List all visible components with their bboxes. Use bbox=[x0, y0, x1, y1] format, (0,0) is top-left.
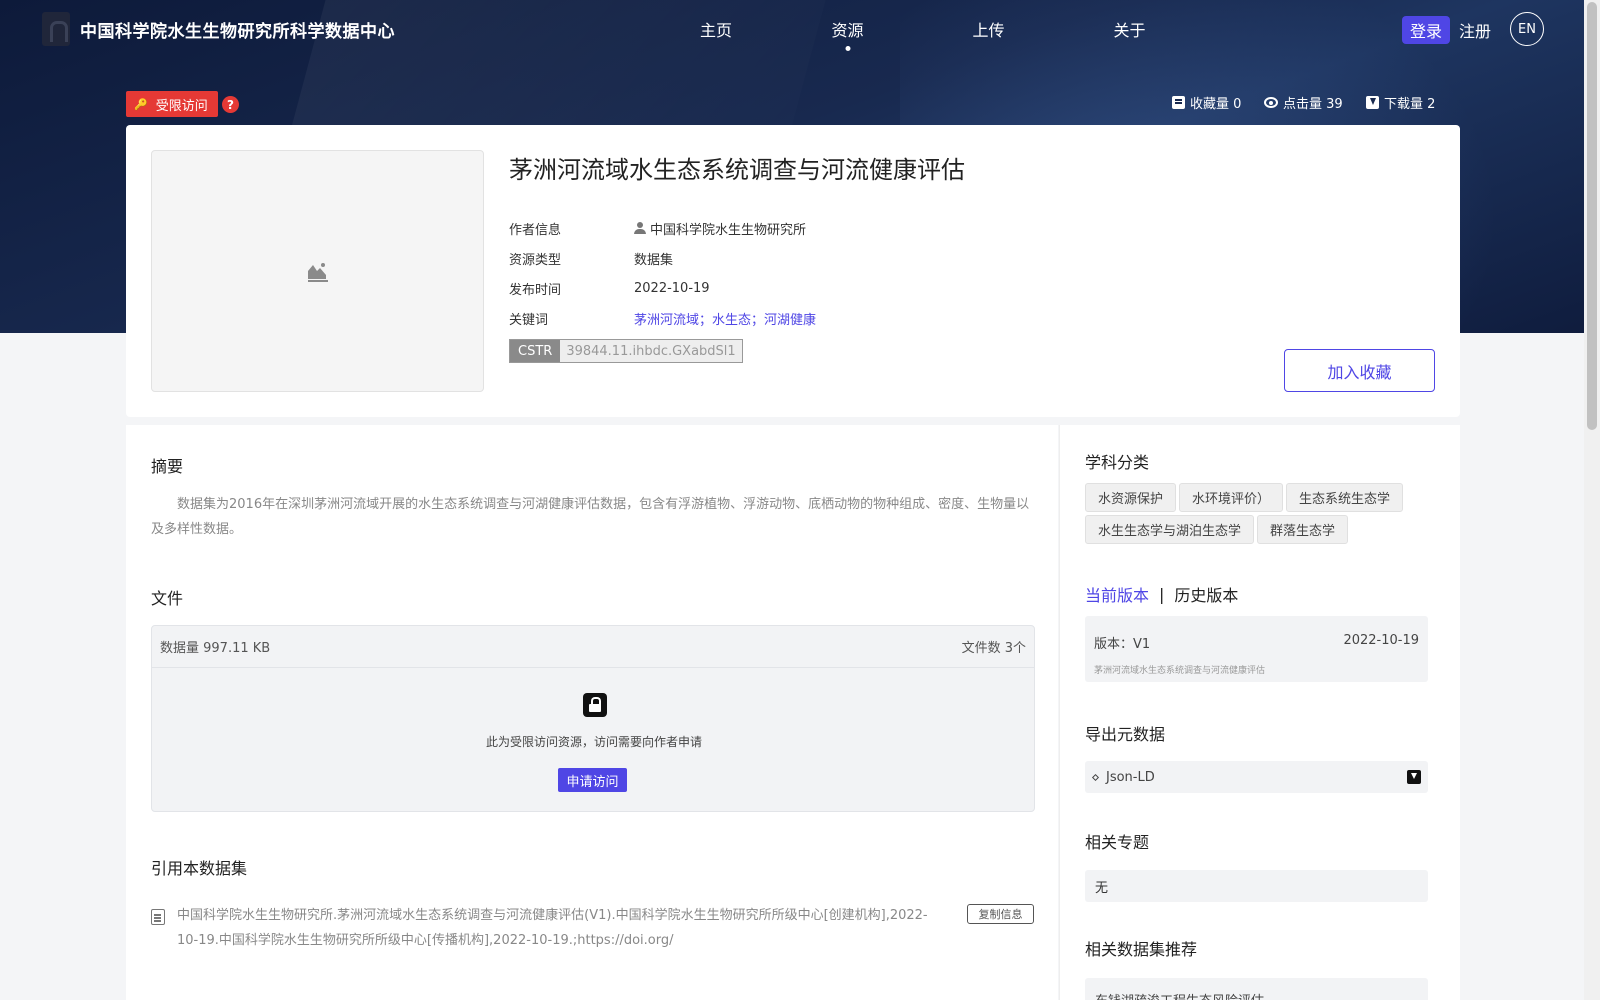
language-toggle-button[interactable]: EN bbox=[1510, 12, 1544, 46]
tab-history-version[interactable]: 历史版本 bbox=[1174, 582, 1238, 606]
author-name: 中国科学院水生生物研究所 bbox=[650, 222, 807, 238]
site-logo[interactable] bbox=[42, 12, 70, 46]
register-link[interactable]: 注册 bbox=[1459, 18, 1491, 42]
sidebar: 学科分类 水资源保护 水环境评价） 生态系统生态学 水生生态学与湖泊生态学 群落… bbox=[1059, 425, 1460, 1000]
image-placeholder-icon bbox=[307, 263, 328, 282]
meta-row-type: 资源类型 数据集 bbox=[509, 243, 816, 273]
citation-text: 中国科学院水生生物研究所.茅洲河流域水生态系统调查与河流健康评估(V1).中国科… bbox=[177, 908, 928, 948]
citation-title: 引用本数据集 bbox=[151, 859, 248, 878]
discipline-tags: 水资源保护 水环境评价） 生态系统生态学 水生生态学与湖泊生态学 群落生态学 bbox=[1085, 483, 1445, 547]
restricted-access-label: 受限访问 bbox=[155, 98, 208, 114]
discipline-tag[interactable]: 水环境评价） bbox=[1179, 483, 1284, 512]
topics-box: 无 bbox=[1085, 870, 1428, 902]
export-format: Json-LD bbox=[1106, 769, 1155, 785]
meta-row-author: 作者信息 中国科学院水生生物研究所 bbox=[509, 213, 816, 243]
files-count: 文件数 3个 bbox=[961, 641, 1026, 656]
recommend-title: 相关数据集推荐 bbox=[1085, 940, 1198, 959]
page-scrollbar[interactable] bbox=[1584, 0, 1600, 1000]
resource-title: 茅洲河流域水生态系统调查与河流健康评估 bbox=[509, 156, 965, 184]
bookmark-icon bbox=[1172, 96, 1185, 109]
download-icon[interactable] bbox=[1407, 770, 1421, 784]
key-icon: 🔑 bbox=[134, 97, 148, 111]
tab-current-version[interactable]: 当前版本 bbox=[1085, 582, 1149, 606]
type-value: 数据集 bbox=[634, 252, 674, 268]
main-nav: 主页 资源 上传 关于 bbox=[700, 17, 1200, 41]
favorites-count: 收藏量 0 bbox=[1190, 97, 1242, 112]
cstr-identifier[interactable]: CSTR 39844.11.ihbdc.GXabdSl1 bbox=[509, 339, 743, 363]
meta-row-date: 发布时间 2022-10-19 bbox=[509, 273, 816, 303]
discipline-tag[interactable]: 生态系统生态学 bbox=[1286, 483, 1404, 512]
tab-separator: | bbox=[1159, 584, 1165, 604]
restricted-access-badge: 🔑 受限访问 bbox=[126, 91, 218, 117]
download-icon bbox=[1366, 96, 1379, 109]
date-value: 2022-10-19 bbox=[634, 280, 710, 296]
version-card[interactable]: 版本：V1 2022-10-19 茅洲河流域水生态系统调查与河流健康评估 bbox=[1085, 616, 1428, 682]
add-favorite-button[interactable]: 加入收藏 bbox=[1284, 349, 1435, 392]
nav-item-home[interactable]: 主页 bbox=[700, 17, 777, 41]
version-name: 版本：V1 bbox=[1094, 637, 1151, 652]
export-format-item[interactable]: Json-LD bbox=[1085, 761, 1428, 793]
resource-card: 茅洲河流域水生态系统调查与河流健康评估 作者信息 中国科学院水生生物研究所 资源… bbox=[126, 125, 1460, 417]
cstr-key: CSTR bbox=[510, 340, 561, 362]
files-size: 数据量 997.11 KB bbox=[160, 641, 271, 656]
lock-icon bbox=[583, 693, 607, 717]
nav-item-resources[interactable]: 资源 bbox=[777, 17, 918, 41]
person-icon bbox=[634, 222, 646, 234]
meta-label: 发布时间 bbox=[509, 282, 562, 298]
downloads-stat: 下载量 2 bbox=[1366, 93, 1435, 112]
views-count: 点击量 39 bbox=[1283, 97, 1343, 112]
diamond-icon bbox=[1091, 773, 1100, 781]
meta-label: 关键词 bbox=[509, 312, 549, 328]
discipline-tag[interactable]: 群落生态学 bbox=[1257, 515, 1349, 544]
topics-value: 无 bbox=[1095, 880, 1109, 896]
abstract-title: 摘要 bbox=[151, 457, 184, 476]
meta-row-keywords: 关键词 茅洲河流域；水生态；河湖健康 bbox=[509, 303, 816, 333]
version-tabs: 当前版本 | 历史版本 bbox=[1085, 582, 1238, 606]
copy-citation-button[interactable]: 复制信息 bbox=[967, 904, 1034, 924]
abstract-text: 数据集为2016年在深圳茅洲河流域开展的水生态系统调查与河湖健康评估数据，包含有… bbox=[151, 497, 1030, 537]
files-header: 数据量 997.11 KB 文件数 3个 bbox=[152, 626, 1034, 668]
files-title: 文件 bbox=[151, 589, 184, 608]
version-description: 茅洲河流域水生态系统调查与河流健康评估 bbox=[1094, 666, 1266, 676]
site-title[interactable]: 中国科学院水生生物研究所科学数据中心 bbox=[80, 17, 395, 42]
discipline-title: 学科分类 bbox=[1085, 453, 1150, 472]
export-title: 导出元数据 bbox=[1085, 725, 1166, 744]
version-date: 2022-10-19 bbox=[1343, 633, 1419, 648]
resource-metadata: 作者信息 中国科学院水生生物研究所 资源类型 数据集 发布时间 2022-10-… bbox=[509, 213, 816, 333]
meta-label: 资源类型 bbox=[509, 252, 562, 268]
nav-item-about[interactable]: 关于 bbox=[1059, 17, 1200, 41]
help-icon[interactable]: ? bbox=[222, 96, 239, 113]
keywords-link[interactable]: 茅洲河流域；水生态；河湖健康 bbox=[634, 309, 816, 328]
top-navigation: 中国科学院水生生物研究所科学数据中心 主页 资源 上传 关于 登录 注册 EN bbox=[0, 0, 1600, 58]
files-panel: 数据量 997.11 KB 文件数 3个 此为受限访问资源，访问需要向作者申请 … bbox=[151, 625, 1035, 812]
restricted-message: 此为受限访问资源，访问需要向作者申请 bbox=[485, 735, 702, 749]
meta-label: 作者信息 bbox=[509, 222, 562, 238]
favorites-stat: 收藏量 0 bbox=[1172, 93, 1241, 112]
cstr-value: 39844.11.ihbdc.GXabdSl1 bbox=[560, 340, 742, 362]
downloads-count: 下载量 2 bbox=[1384, 97, 1436, 112]
main-content: 摘要 数据集为2016年在深圳茅洲河流域开展的水生态系统调查与河湖健康评估数据，… bbox=[126, 425, 1058, 1000]
eye-icon bbox=[1264, 97, 1278, 108]
views-stat: 点击量 39 bbox=[1264, 93, 1343, 112]
resource-thumbnail bbox=[151, 150, 484, 392]
recommend-item[interactable]: 东钱湖疏浚工程生态风险评估 bbox=[1085, 978, 1428, 1000]
author-value: 中国科学院水生生物研究所 bbox=[634, 219, 806, 238]
scrollbar-thumb[interactable] bbox=[1587, 2, 1597, 430]
nav-item-upload[interactable]: 上传 bbox=[918, 17, 1059, 41]
topics-title: 相关专题 bbox=[1085, 833, 1150, 852]
discipline-tag[interactable]: 水资源保护 bbox=[1085, 483, 1177, 512]
document-icon bbox=[151, 909, 165, 925]
discipline-tag[interactable]: 水生生态学与湖泊生态学 bbox=[1085, 515, 1255, 544]
login-button[interactable]: 登录 bbox=[1402, 16, 1451, 44]
apply-access-button[interactable]: 申请访问 bbox=[558, 768, 627, 792]
